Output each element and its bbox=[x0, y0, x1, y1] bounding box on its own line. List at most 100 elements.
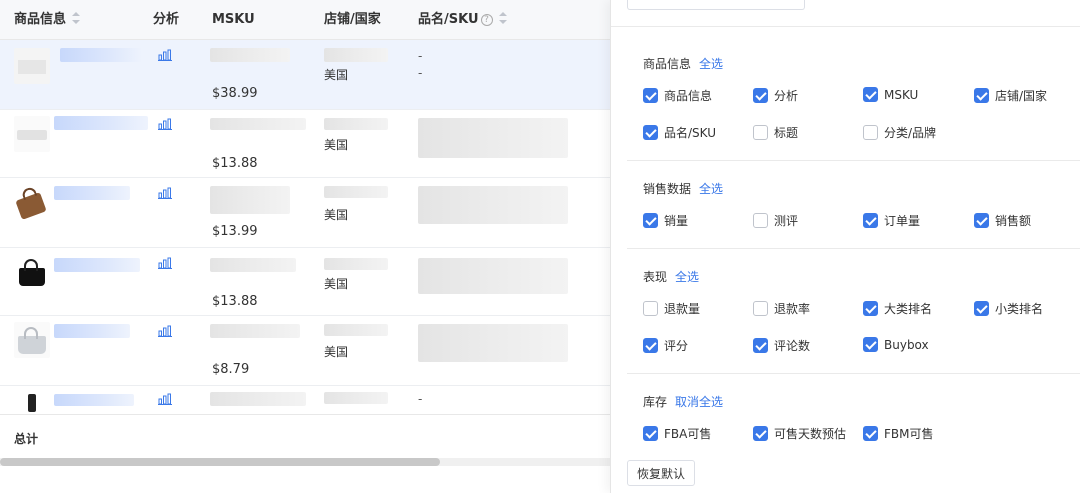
sort-icon[interactable] bbox=[72, 12, 80, 24]
select-all-link[interactable]: 全选 bbox=[699, 182, 723, 196]
checkbox-icon[interactable] bbox=[863, 213, 878, 228]
sku-value: - bbox=[418, 66, 422, 80]
checkbox-refund-rate[interactable]: 退款率 bbox=[753, 300, 810, 317]
product-table: 商品信息 分析 MSKU 店铺/国家 品名/SKU? $38.99 美国 - -… bbox=[0, 0, 610, 493]
table-row[interactable]: $38.99 美国 - - bbox=[0, 40, 610, 110]
checkbox-title[interactable]: 标题 bbox=[753, 124, 798, 141]
checkbox-icon[interactable] bbox=[643, 426, 658, 441]
table-row[interactable]: - bbox=[0, 386, 610, 414]
checkbox-product-info[interactable]: 商品信息 bbox=[643, 87, 712, 104]
msku-value bbox=[210, 118, 306, 130]
country: 美国 bbox=[324, 275, 348, 292]
group-title-product-info: 商品信息全选 bbox=[643, 55, 723, 72]
checkbox-icon[interactable] bbox=[974, 213, 989, 228]
table-row[interactable]: $13.88 美国 bbox=[0, 248, 610, 316]
select-all-link[interactable]: 全选 bbox=[675, 270, 699, 284]
bar-chart-icon[interactable] bbox=[158, 325, 172, 337]
checkbox-icon[interactable] bbox=[753, 426, 768, 441]
product-title-link[interactable] bbox=[54, 186, 130, 200]
checkbox-fba-available[interactable]: FBA可售 bbox=[643, 425, 711, 442]
header-product-info[interactable]: 商品信息 bbox=[14, 0, 80, 40]
checkbox-sales-volume[interactable]: 销量 bbox=[643, 212, 688, 229]
country: 美国 bbox=[324, 136, 348, 153]
checkbox-icon[interactable] bbox=[753, 125, 768, 140]
checkbox-icon[interactable] bbox=[643, 301, 658, 316]
checkbox-rating[interactable]: 评分 bbox=[643, 337, 688, 354]
checkbox-icon[interactable] bbox=[974, 301, 989, 316]
bar-chart-icon[interactable] bbox=[158, 393, 172, 405]
checkbox-fbm-available[interactable]: FBM可售 bbox=[863, 425, 934, 442]
bar-chart-icon[interactable] bbox=[158, 187, 172, 199]
name-value: - bbox=[418, 49, 422, 63]
group-title-performance: 表现全选 bbox=[643, 268, 699, 285]
checkbox-refund-qty[interactable]: 退款量 bbox=[643, 300, 700, 317]
name-sku-value bbox=[418, 186, 568, 224]
header-analysis: 分析 bbox=[153, 0, 179, 40]
price: $13.88 bbox=[212, 294, 258, 309]
checkbox-icon[interactable] bbox=[753, 301, 768, 316]
price: $38.99 bbox=[212, 86, 258, 101]
product-title-link[interactable] bbox=[54, 116, 148, 130]
checkbox-icon[interactable] bbox=[753, 88, 768, 103]
product-thumbnail[interactable] bbox=[14, 392, 50, 414]
product-thumbnail[interactable] bbox=[14, 184, 50, 220]
help-icon[interactable]: ? bbox=[481, 14, 493, 26]
product-thumbnail[interactable] bbox=[14, 48, 50, 84]
store-name bbox=[324, 324, 388, 336]
checkbox-days-estimate[interactable]: 可售天数预估 bbox=[753, 425, 846, 442]
name-value: - bbox=[418, 392, 422, 406]
bar-chart-icon[interactable] bbox=[158, 118, 172, 130]
checkbox-sub-rank[interactable]: 小类排名 bbox=[974, 300, 1043, 317]
checkbox-icon[interactable] bbox=[974, 88, 989, 103]
table-row[interactable]: $13.88 美国 bbox=[0, 110, 610, 178]
checkbox-icon[interactable] bbox=[643, 338, 658, 353]
checkbox-name-sku[interactable]: 品名/SKU bbox=[643, 124, 716, 141]
table-row[interactable]: $13.99 美国 bbox=[0, 178, 610, 248]
product-title-link[interactable] bbox=[54, 324, 130, 338]
store-name bbox=[324, 258, 388, 270]
checkbox-icon[interactable] bbox=[643, 213, 658, 228]
checkbox-review-count[interactable]: 评论数 bbox=[753, 337, 810, 354]
checkbox-store-country[interactable]: 店铺/国家 bbox=[974, 87, 1047, 104]
checkbox-analysis[interactable]: 分析 bbox=[753, 87, 798, 104]
product-thumbnail[interactable] bbox=[14, 322, 50, 358]
checkbox-icon[interactable] bbox=[863, 337, 878, 352]
select-all-link[interactable]: 全选 bbox=[699, 57, 723, 71]
checkbox-icon[interactable] bbox=[643, 125, 658, 140]
checkbox-category-brand[interactable]: 分类/品牌 bbox=[863, 124, 936, 141]
bar-chart-icon[interactable] bbox=[158, 49, 172, 61]
table-row[interactable]: $8.79 美国 bbox=[0, 316, 610, 386]
checkbox-reviews[interactable]: 测评 bbox=[753, 212, 798, 229]
product-thumbnail[interactable] bbox=[14, 116, 50, 152]
product-title-link[interactable] bbox=[54, 394, 134, 406]
checkbox-icon[interactable] bbox=[863, 301, 878, 316]
checkbox-order-count[interactable]: 订单量 bbox=[863, 212, 920, 229]
checkbox-icon[interactable] bbox=[863, 426, 878, 441]
checkbox-msku[interactable]: MSKU bbox=[863, 87, 918, 102]
divider bbox=[627, 248, 1080, 249]
checkbox-icon[interactable] bbox=[643, 88, 658, 103]
product-title-link[interactable] bbox=[54, 258, 140, 272]
product-thumbnail[interactable] bbox=[14, 254, 50, 290]
search-input[interactable] bbox=[627, 0, 805, 10]
country: 美国 bbox=[324, 343, 348, 360]
sort-icon[interactable] bbox=[499, 12, 507, 24]
divider bbox=[627, 373, 1080, 374]
checkbox-sales-amount[interactable]: 销售额 bbox=[974, 212, 1031, 229]
header-name-sku[interactable]: 品名/SKU? bbox=[418, 0, 507, 40]
name-sku-value bbox=[418, 258, 568, 294]
total-label: 总计 bbox=[14, 430, 38, 447]
bar-chart-icon[interactable] bbox=[158, 257, 172, 269]
store-name bbox=[324, 392, 388, 404]
product-title-link[interactable] bbox=[60, 48, 142, 62]
reset-default-button[interactable]: 恢复默认 bbox=[627, 460, 695, 486]
checkbox-icon[interactable] bbox=[863, 87, 878, 102]
name-sku-value bbox=[418, 118, 568, 158]
deselect-all-link[interactable]: 取消全选 bbox=[675, 395, 723, 409]
checkbox-main-rank[interactable]: 大类排名 bbox=[863, 300, 932, 317]
checkbox-buybox[interactable]: Buybox bbox=[863, 337, 929, 352]
checkbox-icon[interactable] bbox=[753, 213, 768, 228]
scrollbar-thumb[interactable] bbox=[0, 458, 440, 466]
checkbox-icon[interactable] bbox=[753, 338, 768, 353]
checkbox-icon[interactable] bbox=[863, 125, 878, 140]
